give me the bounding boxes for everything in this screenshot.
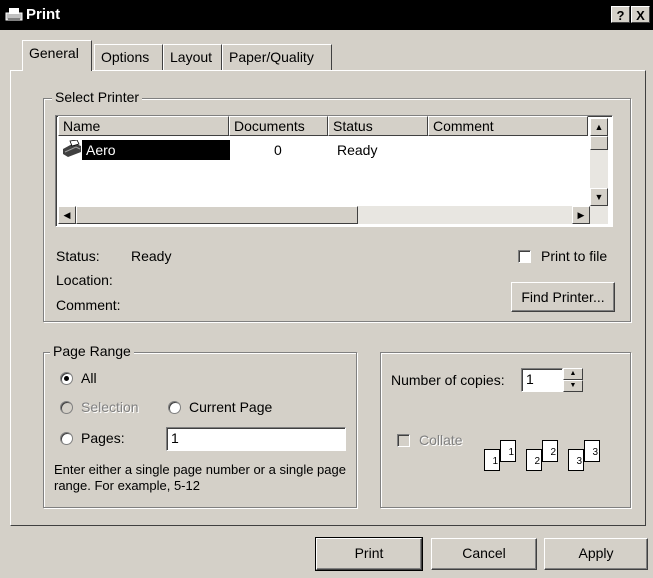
status-label: Status: [56, 248, 100, 264]
print-to-file-checkbox[interactable] [518, 250, 531, 263]
pages-radio[interactable] [60, 432, 73, 445]
current-page-label[interactable]: Current Page [189, 399, 272, 415]
pages-input[interactable]: 1 [166, 427, 346, 451]
tab-options[interactable]: Options [94, 44, 163, 70]
column-header-status[interactable]: Status [328, 116, 428, 136]
collate-page-icon: 2 [526, 449, 542, 471]
selection-label[interactable]: Selection [81, 399, 139, 415]
printer-icon [5, 8, 23, 21]
vertical-scrollbar[interactable]: ▲ ▼ [590, 118, 608, 206]
tab-layout[interactable]: Layout [163, 44, 222, 70]
all-label[interactable]: All [81, 370, 97, 386]
window-title: Print [26, 6, 61, 23]
comment-label: Comment: [56, 297, 121, 313]
printer-documents: 0 [274, 142, 282, 158]
printer-status: Ready [337, 142, 378, 158]
pages-label[interactable]: Pages: [81, 430, 125, 446]
scroll-up-arrow-icon[interactable]: ▲ [590, 118, 608, 136]
status-value: Ready [131, 248, 172, 264]
help-button[interactable]: ? [611, 6, 630, 23]
collate-label[interactable]: Collate [419, 432, 463, 448]
scroll-thumb-horizontal[interactable] [76, 206, 358, 224]
print-to-file-label[interactable]: Print to file [541, 248, 607, 264]
printer-icon [63, 140, 81, 157]
collate-illustration: 1 1 2 2 3 3 [478, 440, 618, 485]
tab-general[interactable]: General [22, 40, 92, 71]
scroll-right-arrow-icon[interactable]: ▶ [572, 206, 590, 224]
selection-radio[interactable] [60, 401, 73, 414]
number-of-copies-label: Number of copies: [391, 372, 505, 388]
tab-paper-quality[interactable]: Paper/Quality [222, 44, 332, 70]
title-bar[interactable]: Print ? X [0, 0, 653, 30]
current-page-radio[interactable] [168, 401, 181, 414]
printer-list[interactable]: Name Documents Status Comment Aero 0 Rea… [55, 115, 613, 227]
collate-page-icon: 3 [584, 440, 600, 462]
print-button[interactable]: Print [315, 537, 423, 571]
spin-up-arrow-icon[interactable]: ▲ [563, 368, 583, 380]
collate-page-icon: 2 [542, 440, 558, 462]
close-button[interactable]: X [631, 6, 650, 23]
column-header-name[interactable]: Name [58, 116, 229, 136]
scroll-left-arrow-icon[interactable]: ◀ [58, 206, 76, 224]
column-header-comment[interactable]: Comment [428, 116, 588, 136]
find-printer-button[interactable]: Find Printer... [511, 282, 615, 312]
cancel-button[interactable]: Cancel [431, 538, 537, 570]
scroll-thumb[interactable] [590, 136, 608, 150]
copies-input[interactable]: 1 [521, 368, 563, 392]
spin-down-arrow-icon[interactable]: ▼ [563, 380, 583, 392]
collate-page-icon: 1 [484, 449, 500, 471]
location-label: Location: [56, 272, 113, 288]
scroll-down-arrow-icon[interactable]: ▼ [590, 188, 608, 206]
copies-spinner[interactable]: ▲ ▼ [563, 368, 583, 392]
list-item[interactable]: Aero 0 Ready [60, 140, 580, 160]
column-header-documents[interactable]: Documents [229, 116, 328, 136]
collate-page-icon: 3 [568, 449, 584, 471]
apply-button[interactable]: Apply [544, 538, 648, 570]
printer-name: Aero [82, 140, 230, 160]
all-radio[interactable] [60, 372, 73, 385]
collate-page-icon: 1 [500, 440, 516, 462]
select-printer-legend: Select Printer [52, 89, 143, 105]
page-range-hint: Enter either a single page number or a s… [54, 462, 346, 493]
page-range-legend: Page Range [50, 343, 134, 359]
collate-checkbox[interactable] [397, 434, 410, 447]
horizontal-scrollbar[interactable]: ◀ ▶ [58, 206, 608, 224]
